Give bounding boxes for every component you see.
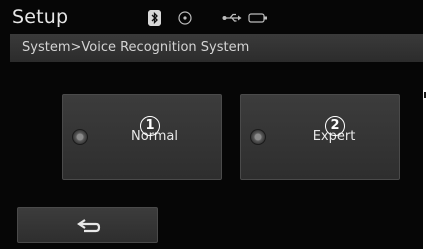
edge-tick [424,92,426,98]
breadcrumb-bar: System>Voice Recognition System [10,34,423,62]
normal-option-button[interactable]: Normal 1 [62,94,222,180]
battery-icon [248,13,267,23]
disc-icon [178,11,192,25]
page-margin [423,0,434,249]
breadcrumb: System>Voice Recognition System [22,40,250,55]
page-title: Setup [12,6,69,28]
expert-option-button[interactable]: Expert 2 [240,94,400,180]
setup-screen: Setup System>Voice Recognition System No… [0,0,423,249]
bluetooth-icon [148,10,161,26]
back-arrow-icon [77,219,101,233]
expert-option-label: Expert [312,129,356,144]
back-button[interactable] [17,207,158,243]
callout-number-2: 2 [325,116,345,136]
callout-number-1: 1 [140,116,160,136]
title-bar: Setup [0,2,423,32]
usb-icon [222,13,242,22]
